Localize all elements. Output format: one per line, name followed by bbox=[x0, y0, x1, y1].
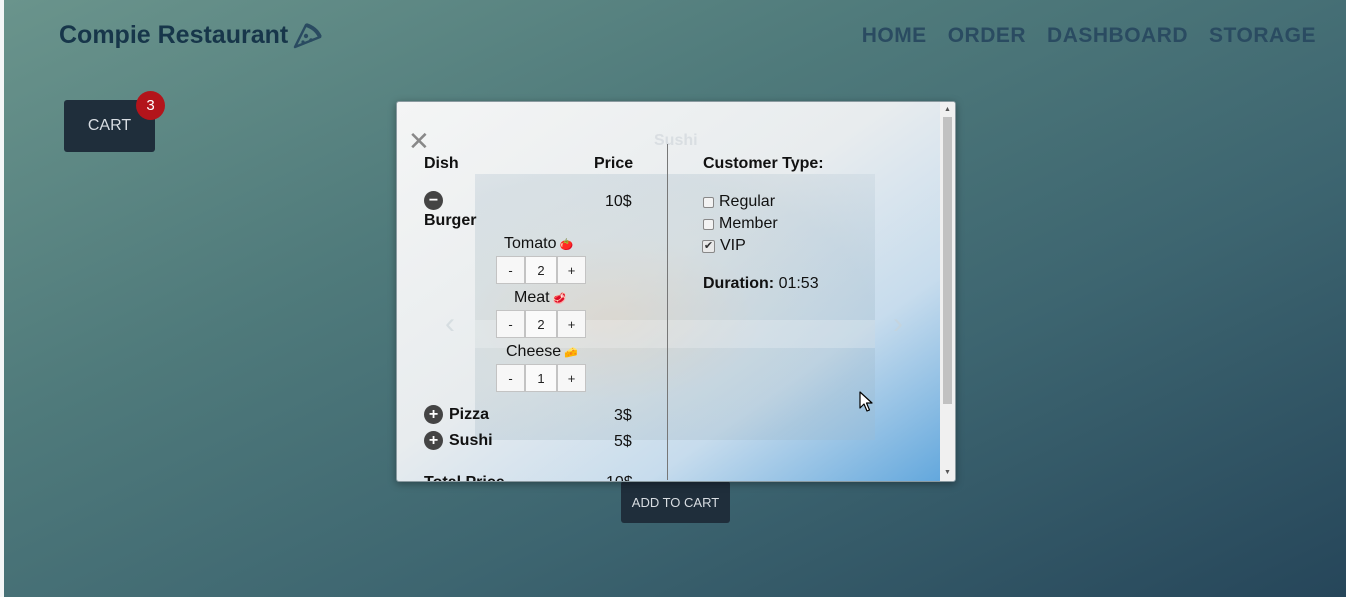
decrement-button[interactable]: - bbox=[496, 256, 525, 284]
customer-type-regular[interactable]: Regular bbox=[703, 193, 775, 211]
decrement-button[interactable]: - bbox=[496, 310, 525, 338]
dish-name-sushi: Sushi bbox=[449, 432, 493, 449]
dish-background-image bbox=[475, 174, 875, 440]
customer-type-vip[interactable]: ✔ VIP bbox=[702, 237, 746, 255]
order-modal: ‹ › Sushi ✕ Dish Price − Burger 10$ Toma… bbox=[396, 101, 956, 482]
dish-price-pizza: 3$ bbox=[614, 407, 632, 424]
checkbox-label: Regular bbox=[719, 193, 776, 210]
brand-title: Compie Restaurant bbox=[59, 21, 289, 49]
ingredient-label: Cheese bbox=[506, 343, 562, 360]
collapse-burger-button[interactable]: − bbox=[424, 191, 443, 210]
scroll-up-arrow-icon[interactable]: ▲ bbox=[943, 105, 952, 115]
carousel-next-icon[interactable]: › bbox=[893, 307, 903, 341]
tomato-quantity-stepper: - 2 + bbox=[496, 256, 586, 284]
mouse-cursor-icon bbox=[859, 391, 873, 412]
ingredient-cheese: Cheese 🧀 bbox=[506, 343, 578, 361]
duration-value: 01:53 bbox=[778, 275, 819, 292]
scroll-thumb[interactable] bbox=[943, 117, 952, 404]
main-nav: HOME ORDER DASHBOARD STORAGE bbox=[862, 24, 1316, 48]
member-checkbox[interactable] bbox=[703, 218, 714, 230]
quantity-value[interactable]: 1 bbox=[525, 364, 557, 392]
dish-name-burger: Burger bbox=[424, 212, 477, 229]
decrement-button[interactable]: - bbox=[496, 364, 525, 392]
scroll-down-arrow-icon[interactable]: ▼ bbox=[943, 468, 952, 478]
price-column-header: Price bbox=[594, 155, 634, 172]
cheese-icon: 🧀 bbox=[564, 346, 578, 359]
nav-home[interactable]: HOME bbox=[862, 24, 927, 48]
customer-type-member[interactable]: Member bbox=[703, 215, 778, 233]
cheese-quantity-stepper: - 1 + bbox=[496, 364, 586, 392]
nav-storage[interactable]: STORAGE bbox=[1209, 24, 1316, 48]
carousel-caption: Sushi bbox=[654, 132, 698, 149]
meat-quantity-stepper: - 2 + bbox=[496, 310, 586, 338]
increment-button[interactable]: + bbox=[557, 256, 586, 284]
add-to-cart-button[interactable]: ADD TO CART bbox=[621, 481, 730, 523]
carousel-prev-icon[interactable]: ‹ bbox=[445, 307, 455, 341]
ingredient-label: Meat bbox=[514, 289, 550, 306]
cart-count-badge: 3 bbox=[136, 91, 165, 120]
total-price-label: Total Price bbox=[424, 474, 505, 481]
dish-price-burger: 10$ bbox=[605, 193, 632, 210]
expand-pizza-button[interactable]: + bbox=[424, 405, 443, 424]
total-price-value: 10$ bbox=[606, 474, 633, 481]
duration: Duration: 01:53 bbox=[703, 275, 819, 293]
close-icon[interactable]: ✕ bbox=[408, 128, 430, 154]
increment-button[interactable]: + bbox=[557, 364, 586, 392]
regular-checkbox[interactable] bbox=[703, 196, 714, 208]
ingredient-meat: Meat 🥩 bbox=[514, 289, 566, 307]
page-left-edge bbox=[0, 0, 4, 597]
expand-sushi-button[interactable]: + bbox=[424, 431, 443, 450]
dish-price-sushi: 5$ bbox=[614, 433, 632, 450]
ingredient-label: Tomato bbox=[504, 235, 557, 252]
modal-scrollbar[interactable]: ▲ ▼ bbox=[940, 102, 955, 481]
column-divider bbox=[667, 144, 668, 480]
checkbox-label: Member bbox=[719, 215, 778, 232]
nav-dashboard[interactable]: DASHBOARD bbox=[1047, 24, 1188, 48]
checkbox-label: VIP bbox=[720, 237, 746, 254]
customer-type-label: Customer Type: bbox=[703, 155, 824, 172]
pizza-slice-icon bbox=[293, 22, 323, 48]
increment-button[interactable]: + bbox=[557, 310, 586, 338]
duration-label: Duration: bbox=[703, 275, 775, 292]
tomato-icon: 🍅 bbox=[559, 238, 574, 251]
nav-order[interactable]: ORDER bbox=[948, 24, 1026, 48]
brand[interactable]: Compie Restaurant bbox=[59, 21, 323, 50]
quantity-value[interactable]: 2 bbox=[525, 256, 557, 284]
vip-checkbox[interactable]: ✔ bbox=[702, 239, 715, 253]
dish-name-pizza: Pizza bbox=[449, 406, 490, 423]
ingredient-tomato: Tomato 🍅 bbox=[504, 235, 573, 253]
quantity-value[interactable]: 2 bbox=[525, 310, 557, 338]
meat-icon: 🥩 bbox=[552, 292, 567, 305]
dish-column-header: Dish bbox=[424, 155, 459, 172]
